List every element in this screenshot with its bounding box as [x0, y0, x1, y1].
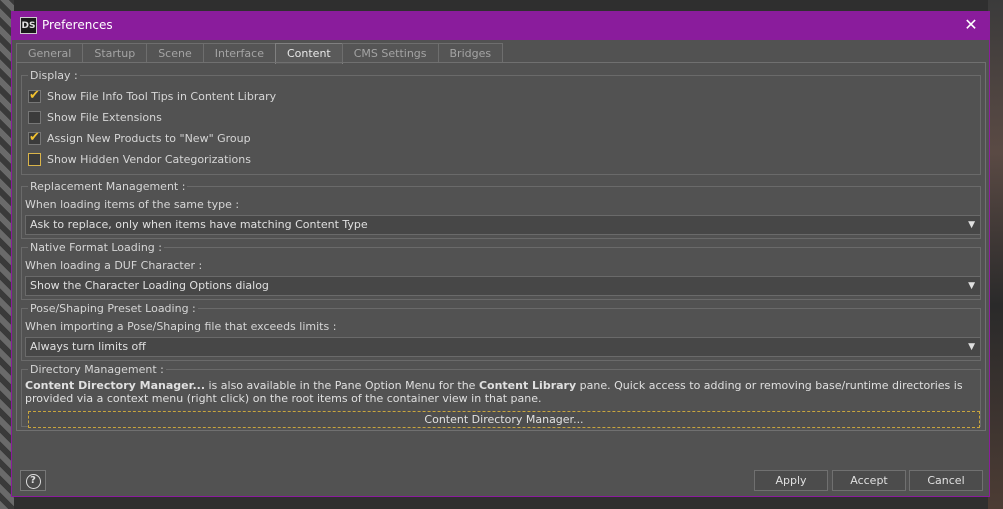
- desc-bold-content-library: Content Library: [478, 379, 577, 392]
- label-hidden-vendor: Show Hidden Vendor Categorizations: [47, 152, 251, 166]
- title-bar[interactable]: DS Preferences ✕: [12, 12, 989, 40]
- native-format-dropdown[interactable]: Show the Character Loading Options dialo…: [25, 276, 981, 296]
- background-scene-right: [988, 0, 1003, 509]
- checkbox-file-extensions[interactable]: [28, 110, 41, 124]
- directory-legend: Directory Management :: [28, 363, 166, 376]
- directory-group: Directory Management : Content Directory…: [21, 363, 981, 428]
- cancel-button[interactable]: Cancel: [909, 470, 983, 491]
- accept-button[interactable]: Accept: [832, 470, 906, 491]
- desc-bold-cdm: Content Directory Manager...: [25, 379, 205, 392]
- apply-button[interactable]: Apply: [754, 470, 828, 491]
- desc-text-1: is also available in the Pane Option Men…: [205, 379, 479, 392]
- dropdown-arrow-icon: ▼: [968, 342, 975, 352]
- close-button[interactable]: ✕: [961, 15, 981, 35]
- native-format-selected: Show the Character Loading Options dialo…: [30, 279, 269, 292]
- window-title: Preferences: [42, 18, 113, 32]
- checkbox-hidden-vendor[interactable]: [28, 152, 41, 166]
- replacement-selected: Ask to replace, only when items have mat…: [30, 218, 368, 231]
- pose-shaping-group: Pose/Shaping Preset Loading : When impor…: [21, 302, 981, 361]
- option-hidden-vendor[interactable]: Show Hidden Vendor Categorizations: [28, 150, 251, 168]
- dropdown-arrow-icon: ▼: [968, 220, 975, 230]
- dropdown-arrow-icon: ▼: [968, 281, 975, 291]
- label-assign-new-products: Assign New Products to "New" Group: [47, 131, 251, 145]
- directory-description: Content Directory Manager... is also ava…: [25, 379, 980, 405]
- label-file-info-tooltips: Show File Info Tool Tips in Content Libr…: [47, 89, 277, 103]
- help-icon: ?: [25, 473, 41, 489]
- native-format-group: Native Format Loading : When loading a D…: [21, 241, 981, 300]
- option-file-info-tooltips[interactable]: Show File Info Tool Tips in Content Libr…: [28, 87, 276, 105]
- tab-cms-settings[interactable]: CMS Settings: [341, 43, 439, 63]
- tab-scene[interactable]: Scene: [146, 43, 204, 63]
- tab-bar: General Startup Scene Interface Content …: [16, 43, 504, 64]
- display-group: Display : Show File Info Tool Tips in Co…: [21, 69, 981, 175]
- pose-shaping-dropdown[interactable]: Always turn limits off ▼: [25, 337, 981, 357]
- replacement-legend: Replacement Management :: [28, 180, 188, 193]
- help-button[interactable]: ?: [20, 470, 46, 491]
- content-panel: Display : Show File Info Tool Tips in Co…: [16, 62, 986, 431]
- replacement-group: Replacement Management : When loading it…: [21, 180, 981, 239]
- option-assign-new-products[interactable]: Assign New Products to "New" Group: [28, 129, 251, 147]
- tab-content[interactable]: Content: [274, 43, 343, 64]
- replacement-field-label: When loading items of the same type :: [25, 198, 240, 211]
- checkbox-assign-new-products[interactable]: [28, 130, 41, 145]
- app-logo-icon: DS: [20, 17, 37, 34]
- checkbox-file-info-tooltips[interactable]: [28, 88, 41, 103]
- pose-shaping-field-label: When importing a Pose/Shaping file that …: [25, 320, 337, 333]
- tab-general[interactable]: General: [16, 43, 84, 63]
- native-format-field-label: When loading a DUF Character :: [25, 259, 203, 272]
- native-format-legend: Native Format Loading :: [28, 241, 164, 254]
- label-file-extensions: Show File Extensions: [47, 110, 162, 124]
- pose-shaping-selected: Always turn limits off: [30, 340, 146, 353]
- tab-interface[interactable]: Interface: [202, 43, 276, 63]
- tab-startup[interactable]: Startup: [82, 43, 148, 63]
- pose-shaping-legend: Pose/Shaping Preset Loading :: [28, 302, 198, 315]
- content-directory-manager-button[interactable]: Content Directory Manager...: [28, 411, 980, 428]
- preferences-dialog: DS Preferences ✕ General Startup Scene I…: [11, 11, 990, 497]
- option-file-extensions[interactable]: Show File Extensions: [28, 108, 162, 126]
- replacement-dropdown[interactable]: Ask to replace, only when items have mat…: [25, 215, 981, 235]
- tab-bridges[interactable]: Bridges: [437, 43, 504, 63]
- display-legend: Display :: [28, 69, 80, 82]
